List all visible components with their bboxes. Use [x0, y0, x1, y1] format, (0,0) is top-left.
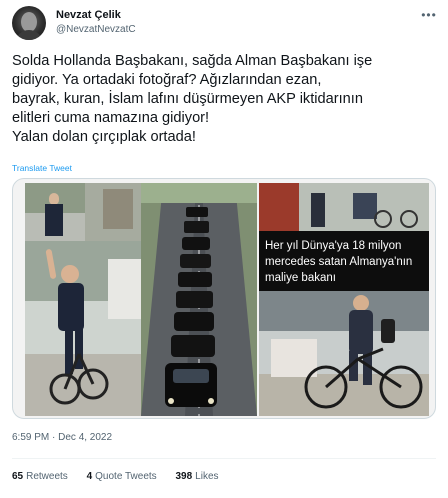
image-caption-line: mercedes satan Almanya'nın	[265, 256, 412, 268]
middle-photo	[141, 183, 257, 416]
tweet-text-line: gidiyor. Ya ortadaki fotoğraf? Ağızların…	[12, 72, 322, 88]
more-options-icon[interactable]: •••	[420, 8, 438, 22]
tweet-card: Nevzat Çelik @NevzatNevzatC ••• Solda Ho…	[0, 0, 448, 498]
avatar-face	[21, 12, 37, 32]
likes-stat[interactable]: 398 Likes	[175, 471, 218, 482]
author-handle[interactable]: @NevzatNevzatC	[56, 24, 136, 35]
image-caption-line: Her yıl Dünya'ya 18 milyon	[265, 240, 401, 252]
quote-tweets-stat[interactable]: 4 Quote Tweets	[87, 471, 157, 482]
left-photo	[25, 183, 141, 416]
retweets-count: 65	[12, 471, 24, 482]
retweets-stat[interactable]: 65 Retweets	[12, 471, 68, 482]
tweet-text: Solda Hollanda Başbakanı, sağda Alman Ba…	[12, 52, 442, 147]
right-photo	[259, 183, 429, 416]
tweet-media[interactable]: Her yıl Dünya'ya 18 milyon mercedes sata…	[12, 178, 436, 419]
tweet-stats: 65 Retweets 4 Quote Tweets 398 Likes	[12, 471, 235, 482]
quote-tweets-count: 4	[86, 471, 93, 482]
tweet-text-line: bayrak, kuran, İslam lafını düşürmeyen A…	[12, 91, 363, 107]
tweet-text-line: Solda Hollanda Başbakanı, sağda Alman Ba…	[12, 53, 373, 69]
quote-tweets-label: Quote Tweets	[95, 471, 157, 482]
divider	[12, 458, 436, 459]
image-caption-line: maliye bakanı	[265, 272, 336, 284]
tweet-text-line: elitleri cuma namazına gidiyor!	[12, 110, 210, 126]
avatar[interactable]	[12, 6, 46, 40]
tweet-timestamp[interactable]: 6:59 PM · Dec 4, 2022	[12, 432, 112, 443]
tweet-text-line: Yalan dolan çırçıplak ortada!	[12, 129, 196, 145]
likes-label: Likes	[195, 471, 219, 482]
translate-tweet-link[interactable]: Translate Tweet	[12, 163, 72, 173]
photo-collage: Her yıl Dünya'ya 18 milyon mercedes sata…	[25, 183, 429, 416]
author-name[interactable]: Nevzat Çelik	[56, 9, 121, 21]
retweets-label: Retweets	[26, 471, 68, 482]
avatar-shoulders	[15, 30, 43, 40]
likes-count: 398	[175, 471, 193, 482]
